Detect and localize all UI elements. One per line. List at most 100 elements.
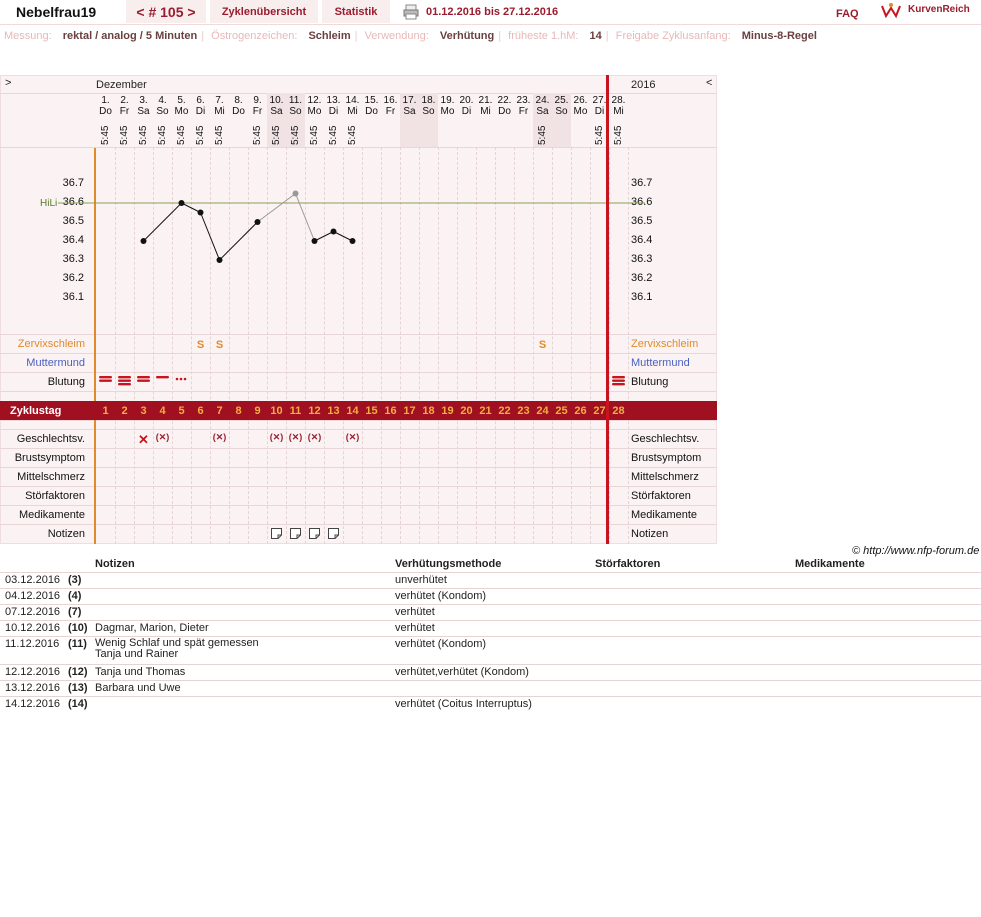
- intercourse-mark[interactable]: ✕: [134, 432, 153, 448]
- bleeding-icon[interactable]: [99, 375, 112, 387]
- username-tab[interactable]: Nebelfrau19: [0, 0, 122, 23]
- cycle-day-number[interactable]: 1: [96, 405, 115, 417]
- medication-header: Medikamente: [795, 558, 865, 570]
- temp-segment: [314, 231, 334, 242]
- label-medication: Medikamente: [18, 509, 85, 521]
- kurvenreich-logo-icon[interactable]: [880, 2, 902, 23]
- cycle-day-number[interactable]: 4: [153, 405, 172, 417]
- cycle-day-number[interactable]: 17: [400, 405, 419, 417]
- temp-point: [140, 238, 147, 244]
- label-cervix-right: Muttermund: [631, 357, 690, 369]
- cycle-day-number[interactable]: 2: [115, 405, 134, 417]
- cycle-day-number[interactable]: 21: [476, 405, 495, 417]
- bleeding-icon[interactable]: [175, 375, 188, 387]
- cycle-day-number[interactable]: 26: [571, 405, 590, 417]
- note-method: verhütet (Kondom): [395, 590, 487, 602]
- printer-icon[interactable]: [403, 4, 419, 23]
- usage-value: Verhütung: [439, 30, 495, 42]
- intercourse-mark[interactable]: (✕): [267, 432, 286, 443]
- intercourse-mark[interactable]: (✕): [305, 432, 324, 443]
- cycle-day-number[interactable]: 19: [438, 405, 457, 417]
- note-cycle-day: (12): [68, 666, 88, 678]
- cycle-day-number[interactable]: 8: [229, 405, 248, 417]
- logo-text[interactable]: KurvenReich: [908, 4, 970, 15]
- intercourse-mark[interactable]: (✕): [343, 432, 362, 443]
- note-icon[interactable]: [309, 528, 320, 539]
- notes-header: Notizen: [95, 558, 135, 570]
- cycle-day-number[interactable]: 22: [495, 405, 514, 417]
- note-method: verhütet,verhütet (Kondom): [395, 666, 529, 678]
- intercourse-mark[interactable]: (✕): [286, 432, 305, 443]
- statistics-tab[interactable]: Statistik: [322, 0, 390, 23]
- note-method: verhütet: [395, 606, 435, 618]
- note-icon[interactable]: [290, 528, 301, 539]
- note-row: 07.12.2016 (7) verhütet: [0, 604, 981, 620]
- cycle-day-number[interactable]: 5: [172, 405, 191, 417]
- label-breast: Brustsymptom: [14, 452, 85, 464]
- cycle-day-number[interactable]: 11: [286, 405, 305, 417]
- note-cycle-day: (4): [68, 590, 82, 602]
- date-range: 01.12.2016 bis 27.12.2016: [426, 6, 559, 18]
- mucus-mark[interactable]: S: [533, 339, 552, 351]
- label-intercourse: Geschlechtsv.: [16, 433, 85, 445]
- note-icon[interactable]: [328, 528, 339, 539]
- cycle-day-number[interactable]: 15: [362, 405, 381, 417]
- bleeding-icon[interactable]: [156, 375, 169, 387]
- temperature-curve: [58, 190, 645, 263]
- disturbances-header: Störfaktoren: [595, 558, 661, 570]
- cycle-day-number[interactable]: 3: [134, 405, 153, 417]
- note-text: Wenig Schlaf und spät gemessen Tanja und …: [95, 637, 259, 660]
- cycle-day-number[interactable]: 6: [191, 405, 210, 417]
- cycle-day-number[interactable]: 9: [248, 405, 267, 417]
- note-cycle-day: (7): [68, 606, 82, 618]
- cycle-day-number[interactable]: 14: [343, 405, 362, 417]
- intercourse-mark[interactable]: (✕): [210, 432, 229, 443]
- bleeding-icon[interactable]: [118, 375, 131, 387]
- earliest-hm-label: früheste 1.hM:: [508, 30, 579, 42]
- note-row: 12.12.2016 (12) Tanja und Thomas verhütet,v…: [0, 664, 981, 680]
- temp-segment: [219, 221, 258, 261]
- label-intercourse-right: Geschlechtsv.: [631, 433, 700, 445]
- cycle-day-number[interactable]: 23: [514, 405, 533, 417]
- note-date: 03.12.2016: [5, 574, 61, 586]
- note-date: 07.12.2016: [5, 606, 61, 618]
- temp-point: [292, 190, 299, 197]
- note-cycle-day: (3): [68, 574, 82, 586]
- label-medication-right: Medikamente: [631, 509, 698, 521]
- cycle-day-number[interactable]: 7: [210, 405, 229, 417]
- cycle-day-number[interactable]: 12: [305, 405, 324, 417]
- cycle-day-number[interactable]: 16: [381, 405, 400, 417]
- cycle-day-number[interactable]: 25: [552, 405, 571, 417]
- usage-label: Verwendung:: [364, 30, 429, 42]
- faq-link[interactable]: FAQ: [836, 8, 859, 20]
- cycle-overview-tab[interactable]: Zyklenübersicht: [210, 0, 318, 23]
- cycle-day-number[interactable]: 10: [267, 405, 286, 417]
- note-row: 13.12.2016 (13) Barbara und Uwe: [0, 680, 981, 696]
- note-icon[interactable]: [271, 528, 282, 539]
- mucus-mark[interactable]: S: [191, 339, 210, 351]
- note-row: 04.12.2016 (4) verhütet (Kondom): [0, 588, 981, 604]
- bleeding-icon[interactable]: [612, 375, 625, 387]
- cycle-day-number[interactable]: 20: [457, 405, 476, 417]
- cycle-info-bar: Messung: rektal / analog / 5 Minuten | Ös…: [4, 30, 817, 42]
- note-row: 11.12.2016 (11) Wenig Schlaf und spät geme…: [0, 636, 981, 664]
- label-cervix: Muttermund: [26, 357, 85, 369]
- mucus-mark[interactable]: S: [210, 339, 229, 351]
- method-header: Verhütungsmethode: [395, 558, 502, 570]
- cycle-day-number[interactable]: 28: [609, 405, 628, 417]
- note-date: 10.12.2016: [5, 622, 61, 634]
- temp-segment: [200, 212, 220, 261]
- cycle-day-number[interactable]: 13: [324, 405, 343, 417]
- intercourse-mark[interactable]: (✕): [153, 432, 172, 443]
- temp-point: [216, 257, 223, 263]
- note-date: 04.12.2016: [5, 590, 61, 602]
- release-value: Minus-8-Regel: [741, 30, 817, 42]
- estrogen-label: Östrogenzeichen:: [211, 30, 298, 42]
- note-text: Tanja und Thomas: [95, 666, 186, 678]
- cycle-day-number[interactable]: 18: [419, 405, 438, 417]
- bleeding-icon[interactable]: [137, 375, 150, 387]
- cycle-day-number[interactable]: 24: [533, 405, 552, 417]
- cycle-nav-tab[interactable]: < # 105 >: [126, 0, 206, 23]
- label-cervical-mucus-right: Zervixschleim: [631, 338, 699, 350]
- note-method: verhütet: [395, 622, 435, 634]
